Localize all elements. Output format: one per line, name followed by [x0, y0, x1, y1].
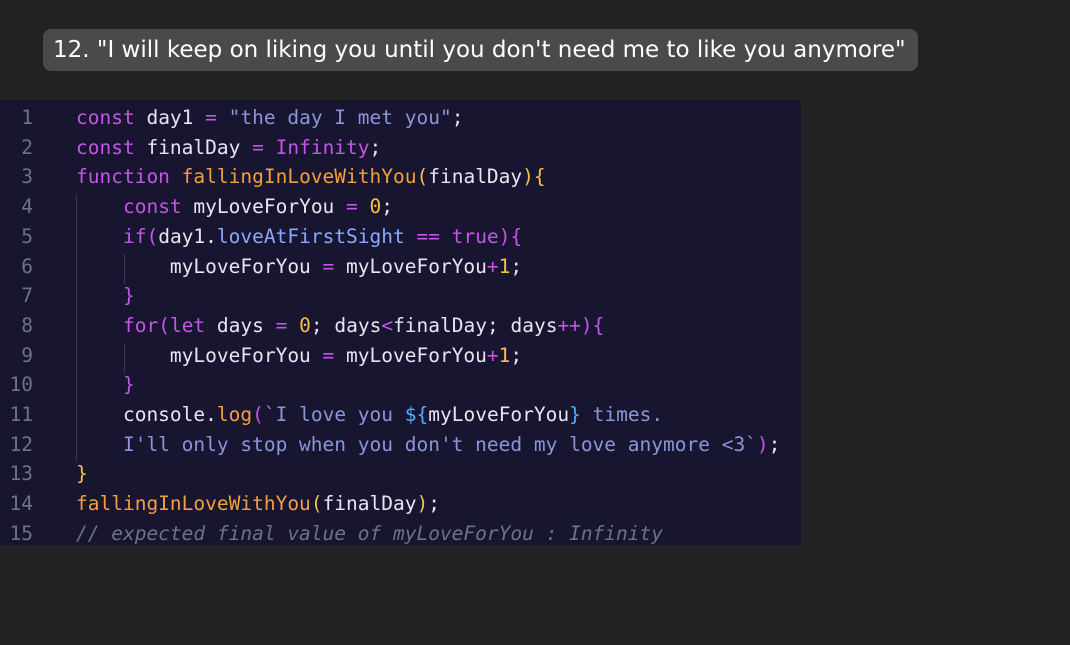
code-line: 1 const day1 = "the day I met you";	[0, 103, 801, 133]
line-number: 10	[9, 373, 33, 397]
line-number: 1	[21, 106, 33, 129]
code-line: 2 const finalDay = Infinity;	[0, 133, 801, 163]
line-number: 6	[21, 254, 33, 278]
code-line: 10 }	[0, 370, 801, 400]
code-line: 3 function fallingInLoveWithYou(finalDay)…	[0, 162, 801, 192]
line-number: 4	[21, 195, 33, 219]
code-line: 7 }	[0, 281, 801, 311]
code-text: }	[122, 373, 135, 397]
line-number: 13	[9, 462, 33, 486]
code-text: myLoveForYou = myLoveForYou+1;	[76, 343, 523, 367]
code-text: }	[76, 462, 88, 486]
code-text: myLoveForYou = myLoveForYou+1;	[76, 254, 523, 278]
code-text: for(let days = 0; days<finalDay; days++)…	[122, 313, 605, 337]
code-line: 13}	[0, 459, 801, 489]
code-line: 15 // expected final value of myLoveForYo…	[0, 519, 801, 545]
code-line: 8 for(let days = 0; days<finalDay; days+…	[0, 311, 801, 341]
line-number: 9	[21, 343, 33, 367]
code-text: }	[122, 284, 135, 308]
code-text: fallingInLoveWithYou(finalDay);	[76, 492, 440, 516]
code-text: console.log(`I love you ${myLoveForYou} …	[76, 403, 664, 426]
code-line: 4 const myLoveForYou = 0;	[0, 192, 801, 222]
caption-title: 12. "I will keep on liking you until you…	[43, 29, 918, 71]
line-number: 5	[21, 224, 33, 248]
code-editor: 1 const day1 = "the day I met you"; 2 const…	[0, 100, 801, 545]
line-number: 11	[9, 403, 33, 426]
code-line: 9 myLoveForYou = myLoveForYou+1;	[0, 341, 801, 371]
line-number: 14	[9, 492, 33, 516]
code-text: // expected final value of myLoveForYou …	[76, 521, 663, 545]
line-number: 2	[21, 135, 33, 159]
code-text: const day1 = "the day I met you";	[76, 106, 464, 129]
code-text: const myLoveForYou = 0;	[122, 195, 394, 219]
code-line: 14 fallingInLoveWithYou(finalDay);	[0, 489, 801, 519]
code-line: 5 if(day1.loveAtFirstSight == true){	[0, 222, 801, 252]
code-line: 12 I'll only stop when you don't need my…	[0, 430, 801, 460]
code-text: function fallingInLoveWithYou(finalDay){	[76, 165, 546, 189]
code-text: I'll only stop when you don't need my lo…	[76, 432, 781, 456]
line-number: 15	[9, 521, 33, 545]
code-text: if(day1.loveAtFirstSight == true){	[122, 224, 523, 248]
code-line: 11 console.log(`I love you ${myLoveForYo…	[0, 400, 801, 430]
line-number: 7	[21, 284, 33, 308]
code-text: const finalDay = Infinity;	[76, 135, 382, 159]
line-number: 3	[21, 165, 33, 189]
line-number: 12	[9, 432, 33, 456]
code-line: 6 myLoveForYou = myLoveForYou+1;	[0, 252, 801, 282]
line-number: 8	[21, 313, 33, 337]
